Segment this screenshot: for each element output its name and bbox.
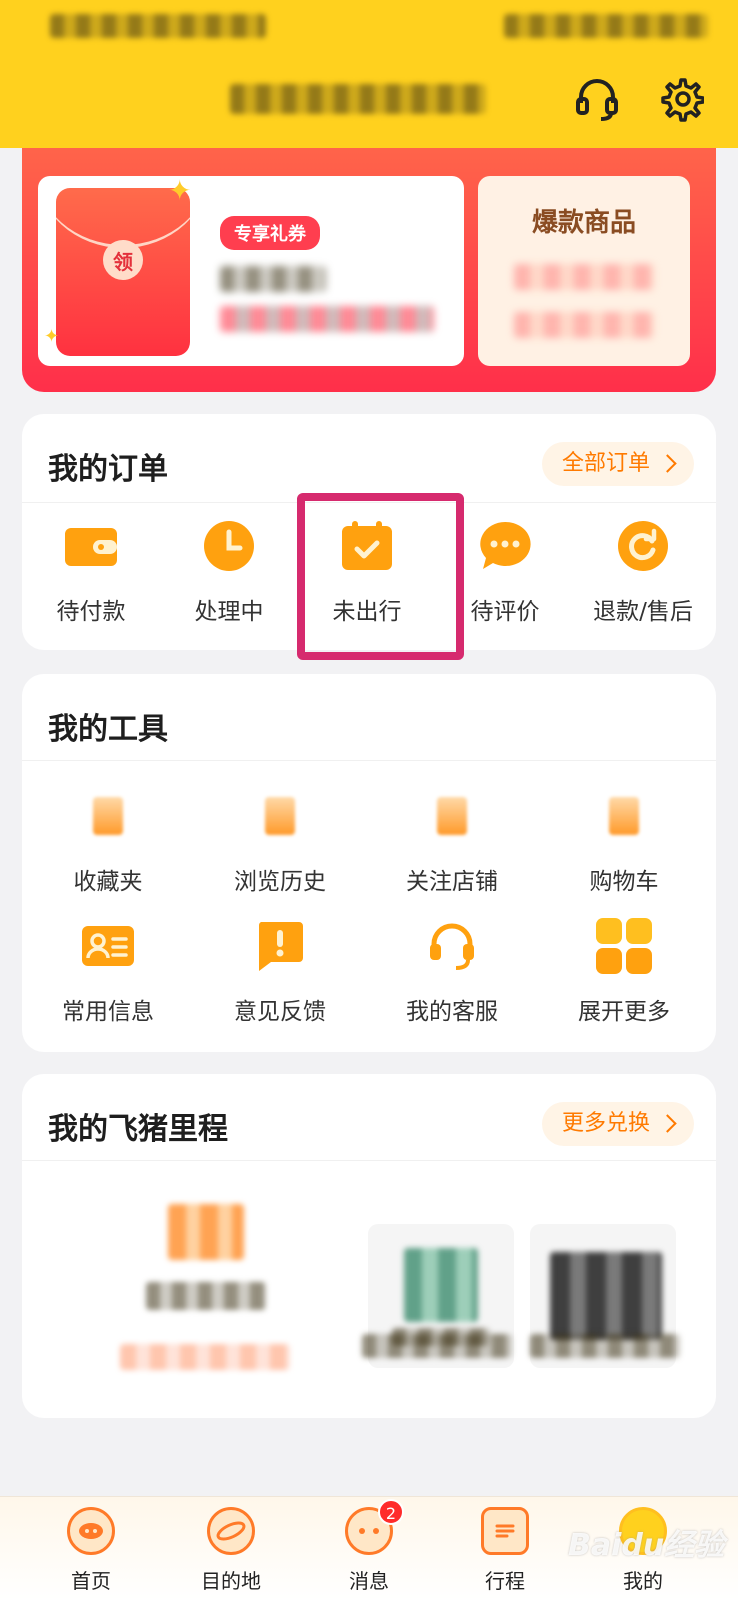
feedback-icon: [258, 922, 303, 971]
order-item-label: 处理中: [194, 599, 264, 625]
id-card-icon: [82, 926, 134, 966]
tool-feedback[interactable]: 意见反馈: [194, 916, 366, 1026]
coupon-tag: 专享礼券: [220, 216, 320, 250]
mileage-label-blurred: [146, 1282, 266, 1310]
coupon-card[interactable]: 领 ✦ ✦ 专享礼券: [38, 174, 464, 366]
user-name-blurred: [230, 84, 486, 114]
settings-button[interactable]: [654, 72, 708, 126]
clock-icon: [204, 521, 254, 571]
tool-favorites[interactable]: 收藏夹: [22, 786, 194, 896]
sparkle-icon: ✦: [168, 174, 192, 207]
mileage-balance-item[interactable]: [120, 1204, 290, 1384]
order-item-processing[interactable]: 处理中: [160, 516, 298, 626]
headset-icon: [430, 923, 474, 970]
store-icon: [437, 797, 467, 835]
nav-itinerary[interactable]: 行程: [450, 1507, 560, 1594]
product-price-blurred: [362, 1334, 512, 1358]
all-orders-button[interactable]: 全部订单: [541, 442, 694, 486]
coupon-banner[interactable]: 领 ✦ ✦ 专享礼券 爆款商品: [22, 120, 716, 392]
status-bar-right-blurred: [504, 14, 708, 38]
top-header: [0, 0, 738, 148]
divider: [22, 1160, 716, 1161]
my-tools-card: 我的工具 收藏夹 浏览历史 关注店铺 购物车 常用信息 意见反馈 我的客服 展开…: [22, 674, 716, 1052]
nav-home[interactable]: 首页: [36, 1507, 146, 1594]
itinerary-icon: [481, 1507, 529, 1555]
red-envelope-image: 领: [56, 188, 190, 356]
wallet-icon: [65, 528, 117, 566]
tool-customer-service[interactable]: 我的客服: [366, 916, 538, 1026]
chat-bubble-icon: [480, 521, 531, 569]
tool-label: 收藏夹: [73, 869, 143, 895]
customer-service-button[interactable]: [570, 72, 624, 126]
coupon-text-blurred: [220, 266, 326, 292]
status-bar-left-blurred: [50, 14, 266, 38]
my-mileage-card: 我的飞猪里程 更多兑换: [22, 1074, 716, 1418]
order-item-refund[interactable]: 退款/售后: [574, 516, 712, 626]
highlight-annotation: [297, 493, 464, 660]
nav-label: 目的地: [201, 1569, 261, 1593]
order-item-label: 待付款: [56, 599, 126, 625]
tool-followed-stores[interactable]: 关注店铺: [366, 786, 538, 896]
cart-icon: [609, 797, 639, 835]
globe-icon: [207, 1507, 255, 1555]
orders-title: 我的订单: [48, 452, 168, 487]
tool-more[interactable]: 展开更多: [538, 916, 710, 1026]
hot-product-text-blurred: [514, 264, 654, 290]
nav-messages[interactable]: 2 消息: [314, 1499, 424, 1594]
tool-label: 关注店铺: [406, 869, 498, 895]
nav-label: 行程: [485, 1569, 525, 1593]
gear-icon: [661, 78, 704, 122]
tool-label: 常用信息: [62, 999, 154, 1025]
order-item-label: 退款/售后: [593, 599, 693, 625]
sparkle-icon: ✦: [44, 326, 60, 347]
product-image-blurred: [550, 1252, 662, 1340]
message-badge: 2: [378, 1499, 404, 1525]
refund-icon: [618, 521, 668, 571]
grid-icon: [596, 918, 652, 974]
tool-label: 浏览历史: [234, 869, 326, 895]
envelope-seal: 领: [103, 240, 143, 280]
hot-product-price-blurred: [514, 312, 654, 338]
coupon-detail-blurred: [220, 306, 434, 332]
mileage-logo-blurred: [168, 1204, 244, 1260]
hot-products-card[interactable]: 爆款商品: [478, 176, 690, 366]
product-price-blurred: [530, 1334, 680, 1358]
tool-label: 购物车: [589, 869, 659, 895]
product-image-blurred: [404, 1248, 478, 1322]
tool-label: 意见反馈: [234, 999, 326, 1025]
hot-products-title: 爆款商品: [531, 208, 636, 238]
tool-label: 我的客服: [406, 999, 498, 1025]
favorites-icon: [93, 797, 123, 835]
pig-icon: [67, 1507, 115, 1555]
order-item-pending-payment[interactable]: 待付款: [22, 516, 160, 626]
tool-shopping-cart[interactable]: 购物车: [538, 786, 710, 896]
tool-frequent-info[interactable]: 常用信息: [22, 916, 194, 1026]
more-exchange-button[interactable]: 更多兑换: [541, 1102, 694, 1146]
tool-browsing-history[interactable]: 浏览历史: [194, 786, 366, 896]
nav-destination[interactable]: 目的地: [176, 1507, 286, 1594]
tools-title: 我的工具: [48, 712, 168, 747]
tool-label: 展开更多: [578, 999, 670, 1025]
mileage-title: 我的飞猪里程: [48, 1112, 228, 1147]
headset-icon: [576, 79, 618, 121]
nav-label: 我的: [623, 1569, 663, 1593]
history-icon: [265, 797, 295, 835]
nav-label: 首页: [71, 1569, 111, 1593]
watermark: Baidu经验: [568, 1528, 725, 1563]
mileage-value-blurred: [120, 1344, 290, 1370]
divider: [22, 760, 716, 761]
nav-label: 消息: [349, 1569, 389, 1593]
